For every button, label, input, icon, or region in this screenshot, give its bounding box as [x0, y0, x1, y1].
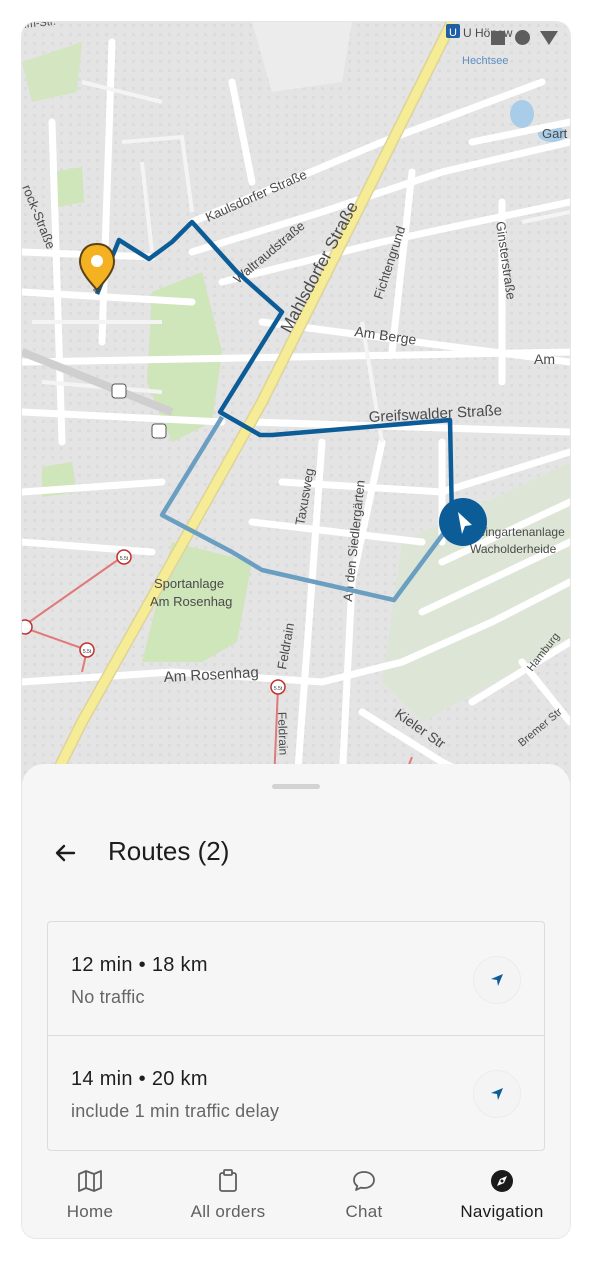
navigation-arrow-icon: [491, 974, 503, 986]
route-list: 12 min • 18 km No traffic 14 min • 20 km…: [47, 921, 545, 1151]
label-am: Am: [534, 351, 555, 367]
route-detail: No traffic: [71, 987, 145, 1007]
nav-label-all-orders: All orders: [190, 1202, 266, 1221]
nav-item-navigation[interactable]: Navigation: [452, 1168, 552, 1222]
weight-limit-label: 5.5t: [274, 686, 283, 692]
sheet-drag-handle[interactable]: [272, 784, 320, 789]
start-navigation-button[interactable]: [473, 1070, 521, 1118]
nav-item-chat[interactable]: Chat: [336, 1168, 392, 1222]
route-option-1[interactable]: 12 min • 18 km No traffic: [48, 922, 544, 1036]
chat-bubble-icon: [353, 1171, 375, 1191]
status-bar-icons: [491, 30, 558, 45]
route-detail: include 1 min traffic delay: [71, 1101, 280, 1121]
nav-label-navigation: Navigation: [460, 1202, 544, 1221]
circle-icon: [515, 30, 530, 45]
clipboard-icon: [219, 1169, 237, 1192]
sheet-title: Routes (2): [108, 836, 230, 866]
map-icon: [78, 1170, 102, 1192]
label-feldrain-2: Feldrain: [275, 712, 291, 756]
start-navigation-button[interactable]: [473, 956, 521, 1004]
back-button[interactable]: [50, 838, 80, 868]
map-canvas[interactable]: 5.5t 5.5t 5.5t U U Hönow Hechtsee Gart K…: [22, 22, 570, 786]
route-summary: 14 min • 20 km: [71, 1068, 208, 1090]
nav-label-chat: Chat: [345, 1202, 383, 1221]
svg-text:U: U: [449, 27, 457, 39]
label-lake: Hechtsee: [462, 55, 508, 67]
lake: [510, 100, 534, 128]
nav-label-home: Home: [66, 1202, 114, 1221]
map-view[interactable]: 5.5t 5.5t 5.5t U U Hönow Hechtsee Gart K…: [22, 22, 570, 786]
nav-item-home[interactable]: Home: [58, 1168, 122, 1222]
arrow-left-icon: [55, 844, 76, 862]
label-garten: Gart: [542, 126, 568, 141]
square-icon: [491, 30, 505, 45]
label-kleingarten-2: Wacholderheide: [470, 542, 557, 556]
compass-icon: [491, 1170, 513, 1192]
weight-limit-label: 5.5t: [83, 649, 92, 655]
nav-item-all-orders[interactable]: All orders: [182, 1168, 274, 1222]
app-screen: 5.5t 5.5t 5.5t U U Hönow Hechtsee Gart K…: [22, 22, 570, 1238]
bottom-navigation: Home All orders Chat Navigation: [22, 1154, 570, 1238]
route-summary: 12 min • 18 km: [71, 954, 208, 976]
label-sportanlage: Sportanlage: [154, 576, 224, 591]
weight-limit-label: 5.5t: [120, 556, 129, 562]
triangle-icon: [540, 30, 558, 45]
label-sportanlage-2: Am Rosenhag: [150, 594, 232, 609]
current-location-marker: [439, 498, 487, 546]
navigation-arrow-icon: [491, 1088, 503, 1100]
route-option-2[interactable]: 14 min • 20 km include 1 min traffic del…: [48, 1036, 544, 1149]
